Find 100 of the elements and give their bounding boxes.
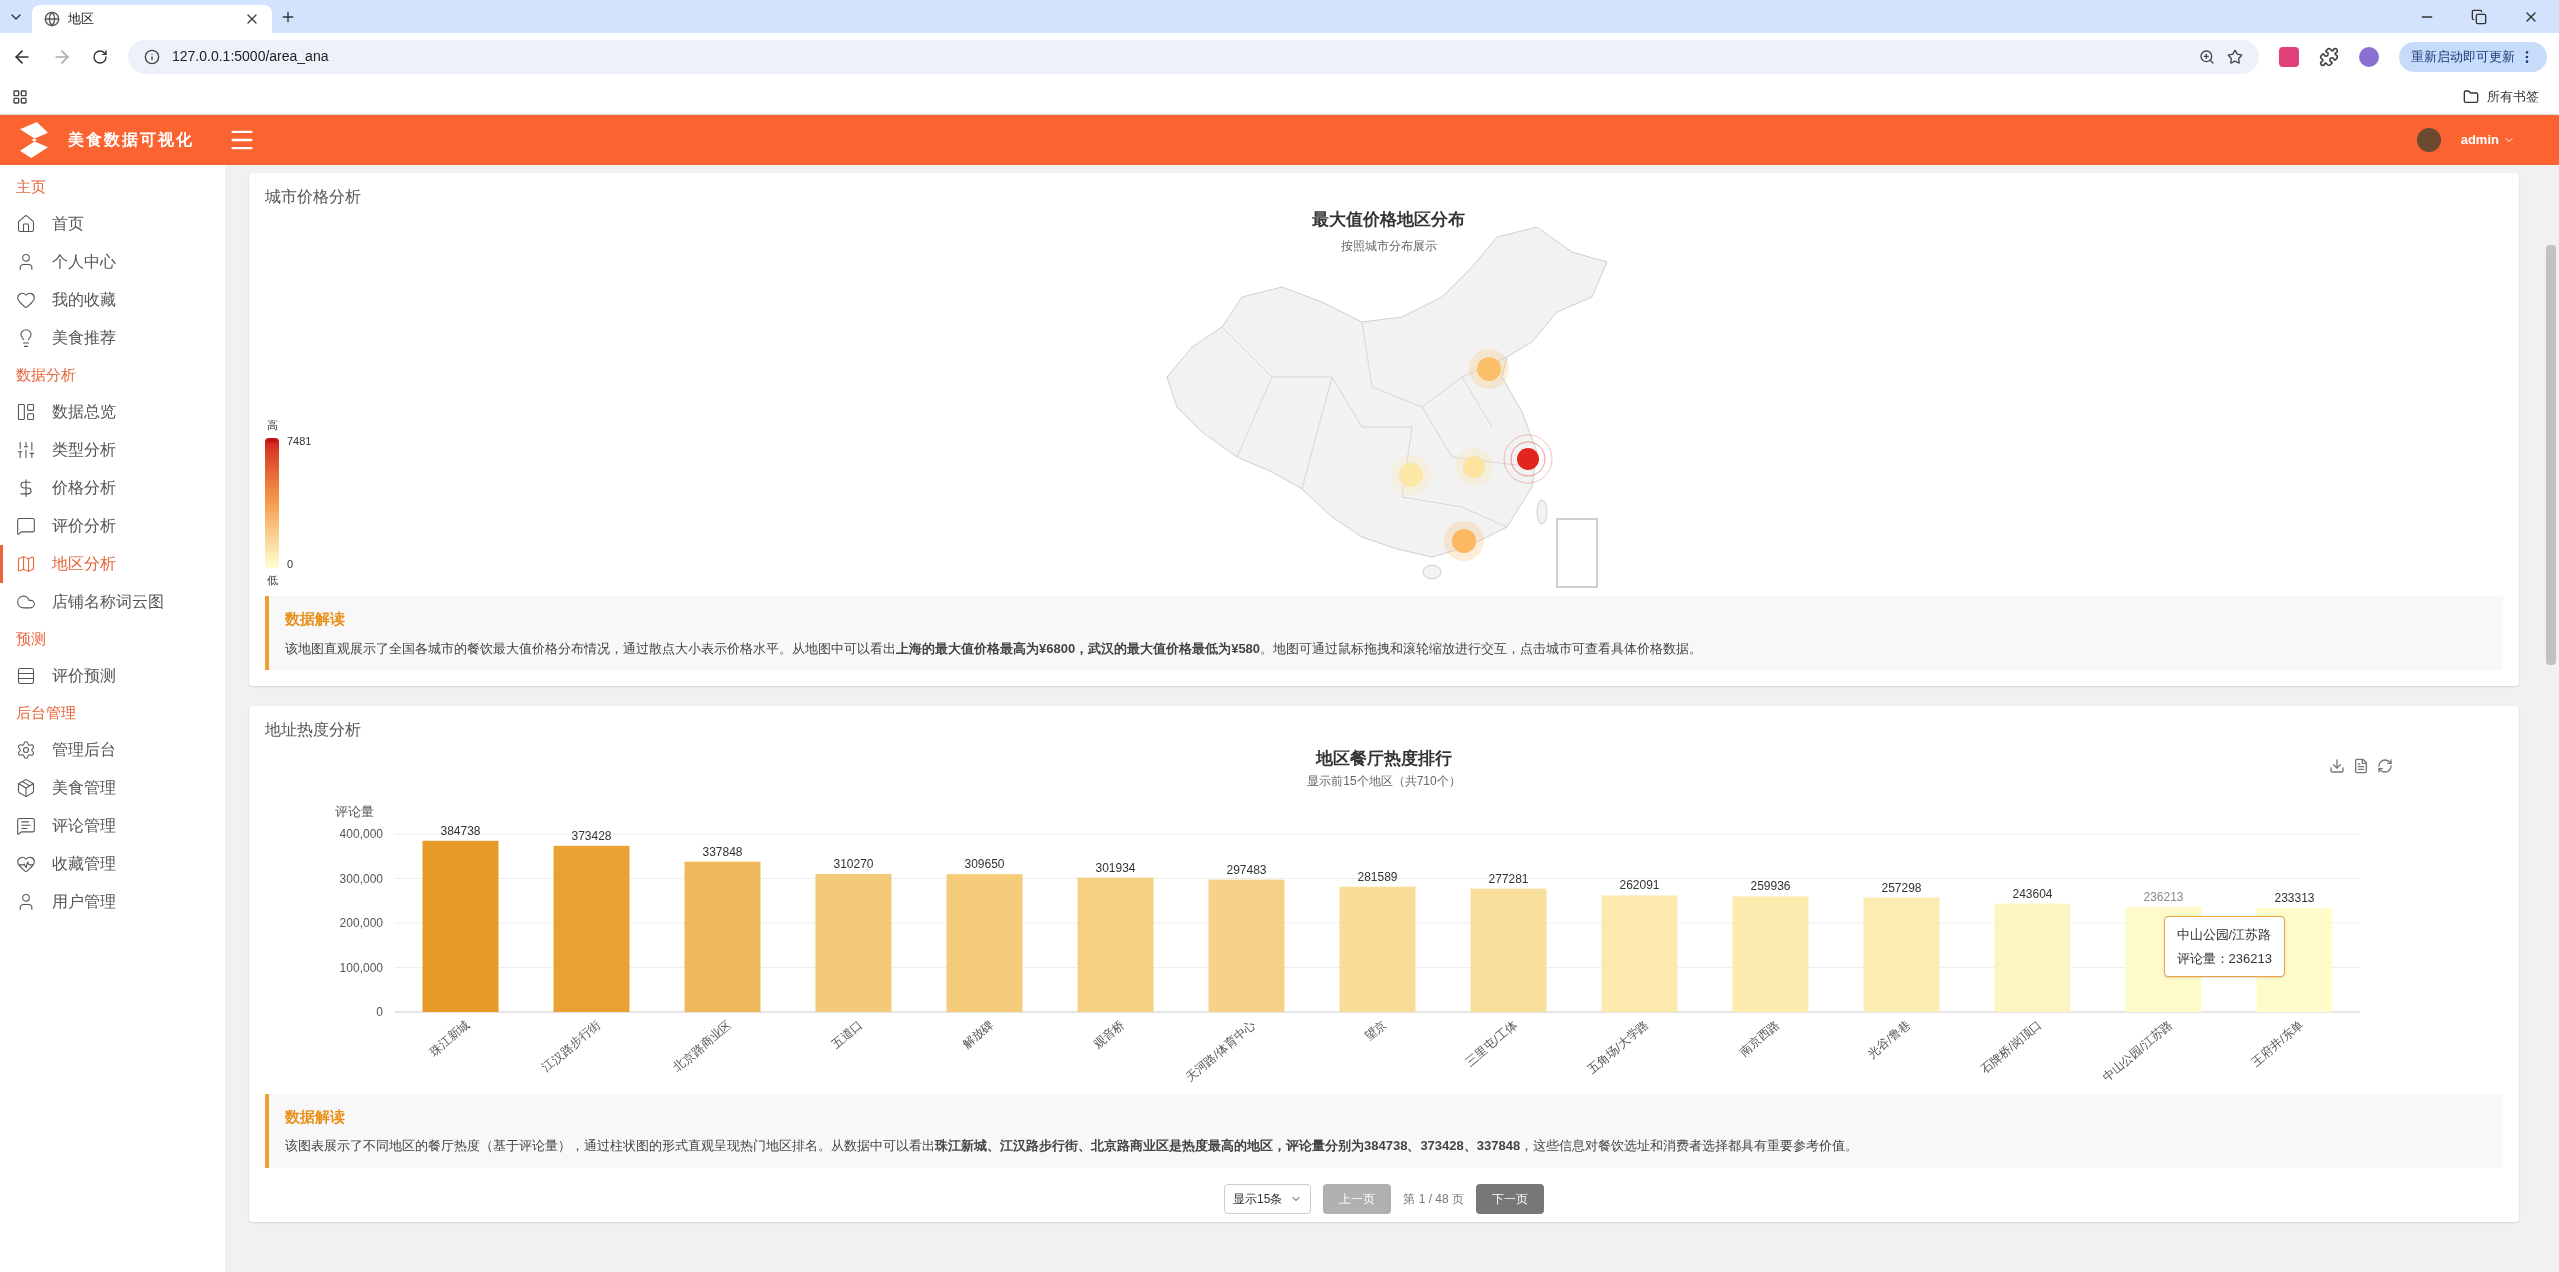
tooltip-title: 中山公园/江苏路	[2176, 926, 2272, 945]
note-text: 该图表展示了不同地区的餐厅热度（基于评论量），通过柱状图的形式直观呈现热门地区排名。从数据中可以看出珠江新城、江汉路步行街、北京路商业区是热度最高的地区，评论量分别为384738、373428、337848，这些信息对餐饮选址和消费者选择都具有重要参考价值。	[285, 1137, 1860, 1155]
category-label: 北京路商业区	[670, 1017, 735, 1075]
sidebar-section-title: 主页	[15, 176, 47, 197]
axis-tick-label: 200,000	[339, 915, 383, 930]
legend-max-value: 7481	[287, 434, 312, 449]
bar-value-label: 233313	[2274, 890, 2315, 905]
bookmark-star-icon[interactable]	[2227, 48, 2243, 65]
sidebar-item[interactable]: 店铺名称词云图	[0, 583, 225, 621]
settings-icon	[16, 740, 36, 760]
next-page-button[interactable]: 下一页	[1476, 1183, 1545, 1214]
sidebar-item[interactable]: 评论管理	[0, 807, 225, 845]
sidebar-section-title: 数据分析	[15, 364, 77, 385]
download-icon[interactable]	[2329, 758, 2345, 774]
new-tab-icon[interactable]	[280, 9, 296, 25]
sidebar-item[interactable]: 美食推荐	[0, 319, 225, 357]
category-label: 珠江新城	[426, 1017, 473, 1059]
reload-icon[interactable]	[92, 48, 108, 65]
bar-value-label: 243604	[2012, 886, 2053, 901]
axis-tick-label: 100,000	[339, 960, 383, 974]
sidebar-item[interactable]: 用户管理	[0, 883, 225, 921]
bar-value-label: 310270	[833, 856, 874, 871]
category-label: 解放碑	[959, 1017, 997, 1051]
note-text: 该地图直观展示了全国各城市的餐饮最大值价格分布情况，通过散点大小表示价格水平。从地图中可以看出上海的最大值价格最高为¥6800，武汉的最大值价格最低为¥580。地图可通过鼠标拖拽和滚轮缩放进行交互，点击城市可查看具体价格数据。	[285, 639, 1704, 658]
note-heading: 数据解读	[285, 1106, 346, 1127]
sidebar-item[interactable]: 美食管理	[0, 769, 225, 807]
category-label: 天河路/体育中心	[1182, 1017, 1259, 1084]
globe-icon	[44, 11, 60, 27]
sidebar-item[interactable]: 首页	[0, 205, 225, 243]
category-label: 五角场/大学路	[1584, 1017, 1652, 1077]
bar-value-label: 373428	[571, 828, 612, 843]
extensions-icon[interactable]	[2319, 46, 2339, 67]
restore-icon[interactable]	[2471, 9, 2487, 25]
note-heading: 数据解读	[285, 609, 346, 629]
zoom-icon[interactable]	[2199, 48, 2215, 65]
list-icon	[16, 666, 36, 686]
sidebar-item[interactable]: 价格分析	[0, 469, 225, 507]
category-label: 王府井/东单	[2248, 1017, 2307, 1069]
chart-title: 地区餐厅热度排行	[1316, 748, 1452, 770]
bar-value-label: 281589	[1357, 869, 1398, 884]
category-label: 石牌桥/岗顶口	[1977, 1017, 2045, 1077]
message-icon	[16, 816, 36, 836]
sidebar-item[interactable]: 评价分析	[0, 507, 225, 545]
bar-value-label: 297483	[1226, 862, 1267, 877]
bar-value-label: 337848	[702, 844, 743, 859]
page-size-select[interactable]: 显示15条	[1223, 1183, 1312, 1214]
home-icon	[16, 214, 36, 234]
sidebar-section-title: 后台管理	[15, 702, 77, 723]
data-view-icon[interactable]	[2353, 758, 2369, 774]
sidebar-section-title: 预测	[15, 628, 47, 649]
heart-icon	[16, 290, 36, 310]
update-button[interactable]: 重新启动即可更新	[2399, 41, 2547, 72]
card-title: 地址热度分析	[265, 720, 362, 740]
layout-icon	[16, 402, 36, 422]
category-label: 江汉路步行街	[539, 1017, 604, 1075]
address-bar[interactable]: 127.0.0.1:5000/area_ana	[128, 39, 2259, 74]
sidebar-item[interactable]: 数据总览	[0, 393, 225, 431]
user-avatar[interactable]	[2416, 128, 2441, 152]
card-title: 城市价格分析	[265, 187, 362, 207]
category-label: 观音桥	[1090, 1017, 1128, 1051]
legend-min-value: 0	[287, 556, 295, 572]
axis-title: 评论量	[335, 803, 374, 819]
category-label: 望京	[1362, 1017, 1390, 1044]
axis-tick-label: 400,000	[339, 826, 383, 841]
category-label: 中山公园/江苏路	[2099, 1017, 2176, 1084]
tab-title: 地区	[68, 10, 95, 29]
site-info-icon[interactable]	[144, 48, 160, 65]
page-info: 第 1 / 48 页	[1403, 1190, 1465, 1208]
axis-tick-label: 300,000	[339, 871, 383, 885]
brand-name: 美食数据可视化	[68, 130, 195, 150]
bar-value-label: 277281	[1488, 871, 1529, 886]
category-label: 南京西路	[1736, 1017, 1783, 1059]
sidebar-item[interactable]: 类型分析	[0, 431, 225, 469]
tooltip-text: 评论量：236213	[2176, 949, 2272, 968]
extension-icon[interactable]	[2279, 46, 2299, 67]
heart-pulse-icon	[16, 854, 36, 874]
axis-tick-label: 0	[376, 1004, 383, 1019]
map-title: 最大值价格地区分布	[1312, 209, 1466, 231]
sidebar-item[interactable]: 个人中心	[0, 243, 225, 281]
refresh-icon[interactable]	[2377, 758, 2393, 774]
url-text: 127.0.0.1:5000/area_ana	[172, 47, 330, 66]
browser-tab[interactable]: 地区	[32, 5, 272, 33]
bar-value-label: 236213	[2143, 889, 2184, 904]
category-label: 光谷/鲁巷	[1865, 1017, 1914, 1061]
bar[interactable]	[422, 840, 499, 1012]
sidebar-item[interactable]: 我的收藏	[0, 281, 225, 319]
sliders-icon	[16, 440, 36, 460]
sidebar-item[interactable]: 管理后台	[0, 731, 225, 769]
bar-value-label: 309650	[964, 856, 1005, 871]
bar-value-label: 384738	[440, 823, 481, 838]
apps-icon[interactable]	[12, 89, 28, 105]
category-label: 五道口	[828, 1017, 866, 1051]
box-icon	[16, 778, 36, 798]
sidebar-item[interactable]: 评价预测	[0, 657, 225, 695]
sidebar-item[interactable]: 收藏管理	[0, 845, 225, 883]
folder-icon	[2463, 89, 2479, 105]
profile-avatar[interactable]	[2359, 46, 2379, 67]
map-icon	[16, 554, 36, 574]
all-bookmarks-button[interactable]: 所有书签	[2463, 87, 2539, 107]
category-label: 三里屯/工体	[1462, 1017, 1521, 1069]
